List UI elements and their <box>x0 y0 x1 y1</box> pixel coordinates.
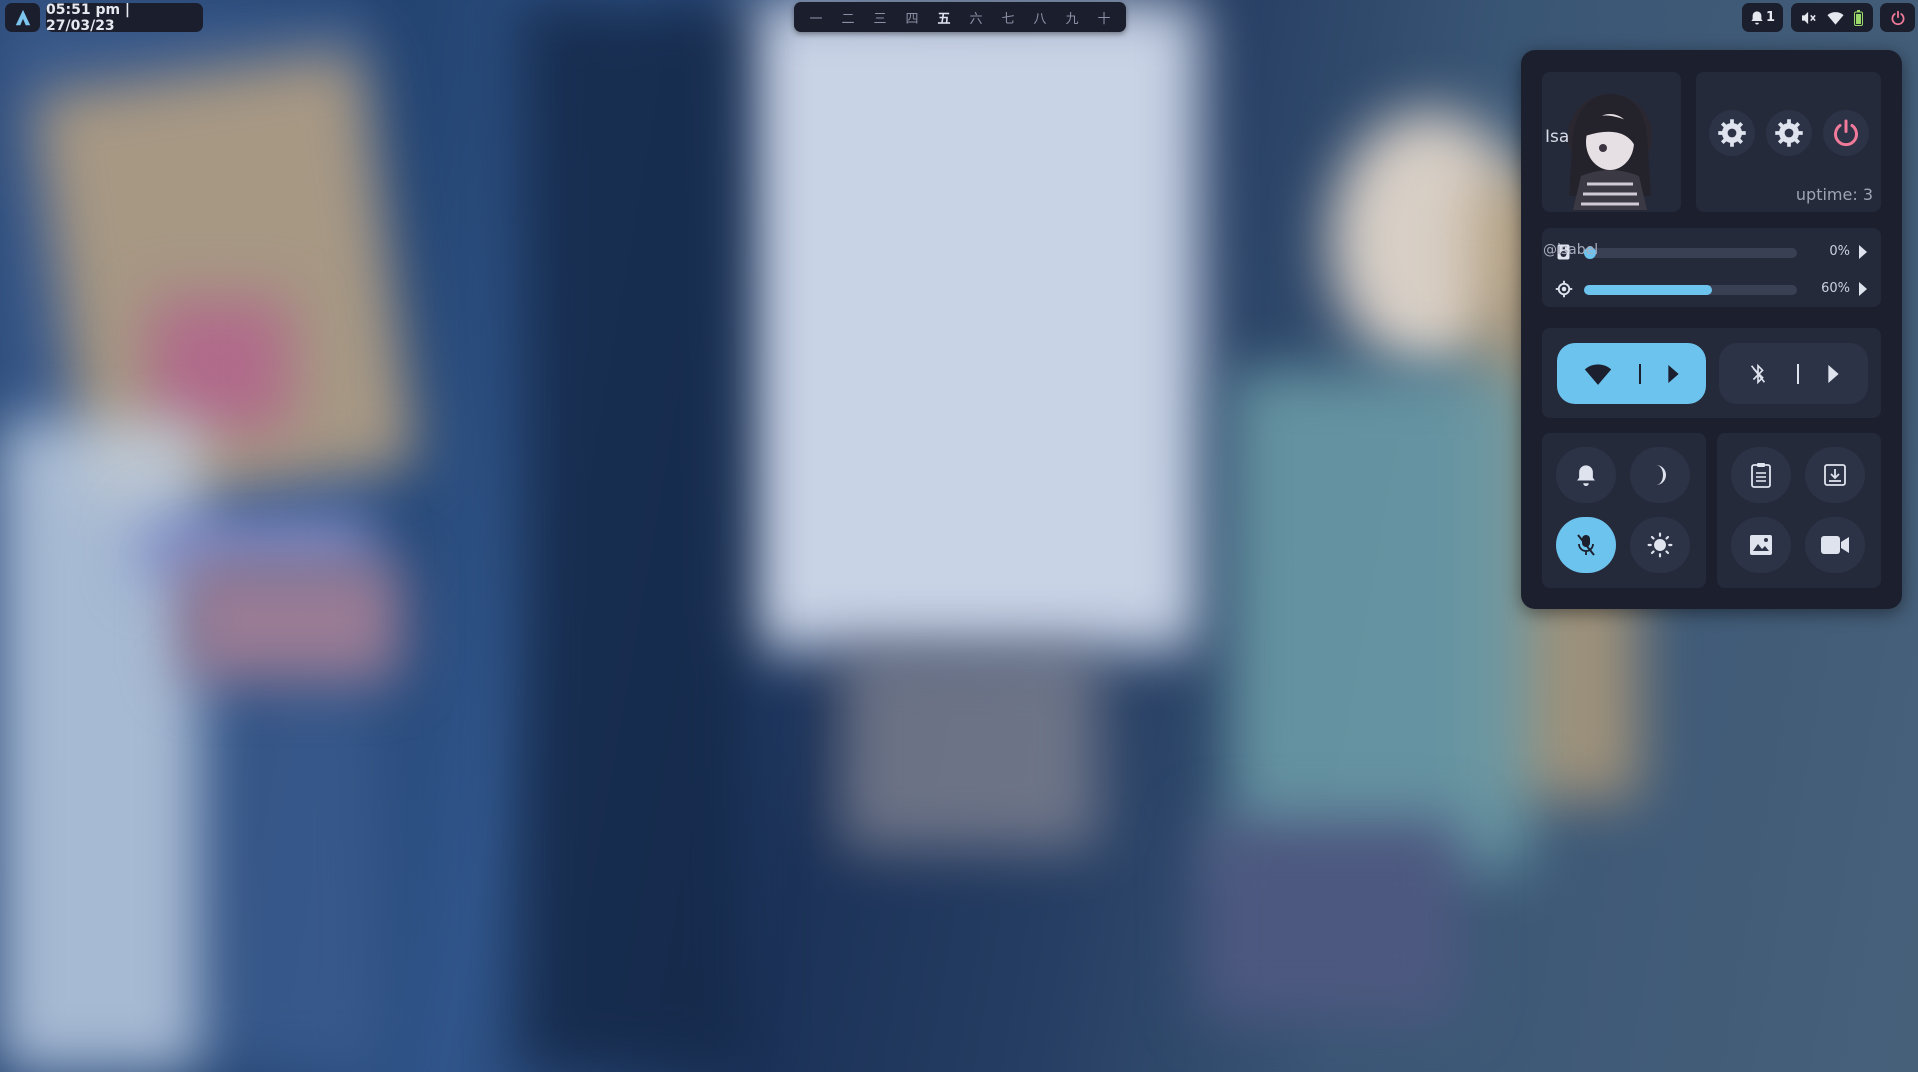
workspace-4[interactable]: 四 <box>899 8 925 27</box>
user-avatar <box>1568 94 1652 210</box>
power-icon <box>1891 10 1904 25</box>
gear-icon <box>1718 119 1746 147</box>
app-launcher-button[interactable] <box>5 3 40 32</box>
quick-toggles-card <box>1542 433 1706 588</box>
power-icon <box>1834 119 1858 147</box>
mic-mute-toggle[interactable] <box>1556 517 1616 573</box>
sliders-card: 0% 60% <box>1542 228 1881 307</box>
download-icon <box>1824 464 1846 486</box>
settings-button[interactable] <box>1709 110 1755 156</box>
wallpaper-pillar <box>520 0 750 1072</box>
night-mode-toggle[interactable] <box>1630 447 1690 503</box>
bluetooth-off-icon <box>1750 363 1766 384</box>
workspace-1[interactable]: 一 <box>803 8 829 27</box>
chevron-right-icon[interactable] <box>1859 282 1867 296</box>
brightness-fill <box>1584 285 1712 295</box>
notification-count: 1 <box>1765 10 1776 25</box>
download-button[interactable] <box>1805 447 1865 503</box>
wallpaper-vending-window <box>740 0 1200 650</box>
volume-percent: 0% <box>1829 244 1850 259</box>
wifi-icon <box>1827 11 1844 25</box>
wallpaper-pink-label <box>180 560 400 680</box>
power-menu-button[interactable] <box>1880 3 1915 32</box>
wifi-icon <box>1584 363 1612 385</box>
system-status[interactable] <box>1791 3 1873 32</box>
chevron-right-icon[interactable] <box>1668 364 1679 383</box>
battery-icon <box>1854 9 1863 26</box>
wallpaper-light-edge <box>0 420 200 1070</box>
bluetooth-toggle[interactable] <box>1719 343 1868 404</box>
brightness-row: 60% <box>1542 278 1881 300</box>
divider <box>1639 363 1641 384</box>
session-actions-card: uptime: 3 <box>1696 72 1881 212</box>
arch-logo-icon <box>15 9 30 25</box>
volume-slider[interactable] <box>1584 247 1797 259</box>
wallpaper-pink-sticker <box>150 300 290 430</box>
divider <box>1797 363 1799 384</box>
wallpaper-figure-skirt <box>1200 820 1460 1020</box>
bell-icon <box>1577 465 1595 486</box>
workspace-8[interactable]: 八 <box>1027 8 1053 27</box>
gear-icon <box>1775 119 1803 147</box>
brightness-icon <box>1555 280 1573 298</box>
brightness-slider[interactable] <box>1584 285 1797 295</box>
workspace-7[interactable]: 七 <box>995 8 1021 27</box>
clock-date[interactable]: 05:51 pm | 27/03/23 <box>46 1 203 34</box>
notifications-button[interactable]: 1 <box>1742 3 1783 32</box>
uptime-label: uptime: 3 <box>1795 185 1873 204</box>
workspace-switcher: 一 二 三 四 五 六 七 八 九 十 <box>794 2 1126 32</box>
chevron-right-icon[interactable] <box>1859 245 1867 259</box>
user-handle: @isabel <box>1543 242 1599 258</box>
workspace-6[interactable]: 六 <box>963 8 989 27</box>
screen-record-button[interactable] <box>1805 517 1865 573</box>
theme-toggle[interactable] <box>1630 517 1690 573</box>
image-icon <box>1750 535 1772 555</box>
workspace-3[interactable]: 三 <box>867 8 893 27</box>
brightness-percent: 60% <box>1821 281 1850 296</box>
connectivity-card <box>1542 328 1881 418</box>
video-icon <box>1821 536 1849 554</box>
moon-icon <box>1656 465 1666 485</box>
notifications-toggle[interactable] <box>1556 447 1616 503</box>
clipboard-icon <box>1751 463 1771 488</box>
workspace-2[interactable]: 二 <box>835 8 861 27</box>
chevron-right-icon[interactable] <box>1828 364 1839 383</box>
workspace-9[interactable]: 九 <box>1059 8 1085 27</box>
sun-icon <box>1647 532 1673 558</box>
clock-text: 05:51 pm | 27/03/23 <box>46 1 131 34</box>
system-settings-button[interactable] <box>1766 110 1812 156</box>
screenshot-button[interactable] <box>1731 517 1791 573</box>
wifi-toggle[interactable] <box>1557 343 1706 404</box>
mic-off-icon <box>1577 534 1595 556</box>
bell-icon <box>1751 11 1763 25</box>
wallpaper-figure-jacket <box>1230 370 1530 870</box>
power-off-button[interactable] <box>1823 110 1869 156</box>
utilities-card <box>1717 433 1881 588</box>
clipboard-button[interactable] <box>1731 447 1791 503</box>
workspace-5[interactable]: 五 <box>931 8 957 27</box>
volume-muted-icon <box>1802 11 1816 24</box>
wallpaper-slot <box>840 650 1100 850</box>
workspace-10[interactable]: 十 <box>1091 8 1117 27</box>
